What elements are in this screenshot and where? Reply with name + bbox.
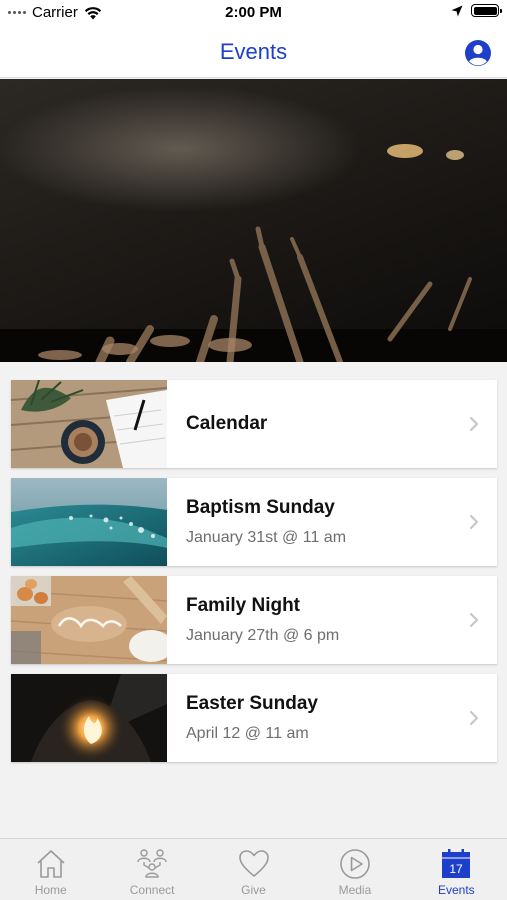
tab-media[interactable]: Media: [304, 839, 405, 900]
status-bar: Carrier 2:00 PM: [0, 0, 507, 26]
chevron-right-icon: [469, 514, 479, 530]
tab-label: Home: [34, 883, 67, 897]
event-card-calendar[interactable]: Calendar: [11, 380, 497, 468]
calendar-icon: 17: [442, 849, 471, 878]
event-card-easter-sunday[interactable]: Easter Sunday April 12 @ 11 am: [11, 674, 497, 762]
people-icon: [137, 849, 167, 878]
status-time: 2:00 PM: [225, 4, 282, 21]
hero-image: [0, 79, 507, 362]
tab-events[interactable]: 17 Events: [406, 839, 507, 900]
event-card-baptism-sunday[interactable]: Baptism Sunday January 31st @ 11 am: [11, 478, 497, 566]
chevron-right-icon: [469, 416, 479, 432]
tab-label: Give: [241, 883, 266, 897]
tab-home[interactable]: Home: [0, 839, 101, 900]
event-list: Calendar Baptism Sunday January 31st @ 1…: [11, 380, 497, 772]
tab-label: Media: [338, 883, 372, 897]
event-date: April 12 @ 11 am: [186, 725, 309, 742]
tab-label: Connect: [129, 883, 175, 897]
tab-bar: Home Connect Give Media 17 Events: [0, 838, 507, 900]
event-title: Baptism Sunday: [186, 497, 335, 518]
event-date: January 31st @ 11 am: [186, 529, 347, 546]
page-title: Events: [219, 39, 288, 64]
tab-connect[interactable]: Connect: [101, 839, 202, 900]
nav-bar: Events: [0, 26, 507, 78]
event-title: Calendar: [186, 413, 268, 434]
baking-thumbnail: [11, 576, 167, 664]
chevron-right-icon: [469, 612, 479, 628]
location-arrow-icon: [451, 5, 463, 16]
water-thumbnail: [11, 478, 167, 566]
battery-icon: [471, 4, 502, 17]
event-card-family-night[interactable]: Family Night January 27th @ 6 pm: [11, 576, 497, 664]
play-icon: [340, 849, 370, 879]
heart-icon: [238, 850, 269, 877]
calendar-day: 17: [450, 862, 464, 876]
tab-give[interactable]: Give: [203, 839, 304, 900]
home-icon: [37, 850, 65, 878]
calendar-thumbnail: [11, 380, 167, 468]
tab-label: Events: [437, 883, 475, 897]
profile-icon[interactable]: [464, 39, 492, 67]
event-title: Family Night: [186, 595, 301, 616]
chevron-right-icon: [469, 710, 479, 726]
event-date: January 27th @ 6 pm: [186, 627, 340, 644]
event-title: Easter Sunday: [186, 693, 318, 714]
fire-thumbnail: [11, 674, 167, 762]
